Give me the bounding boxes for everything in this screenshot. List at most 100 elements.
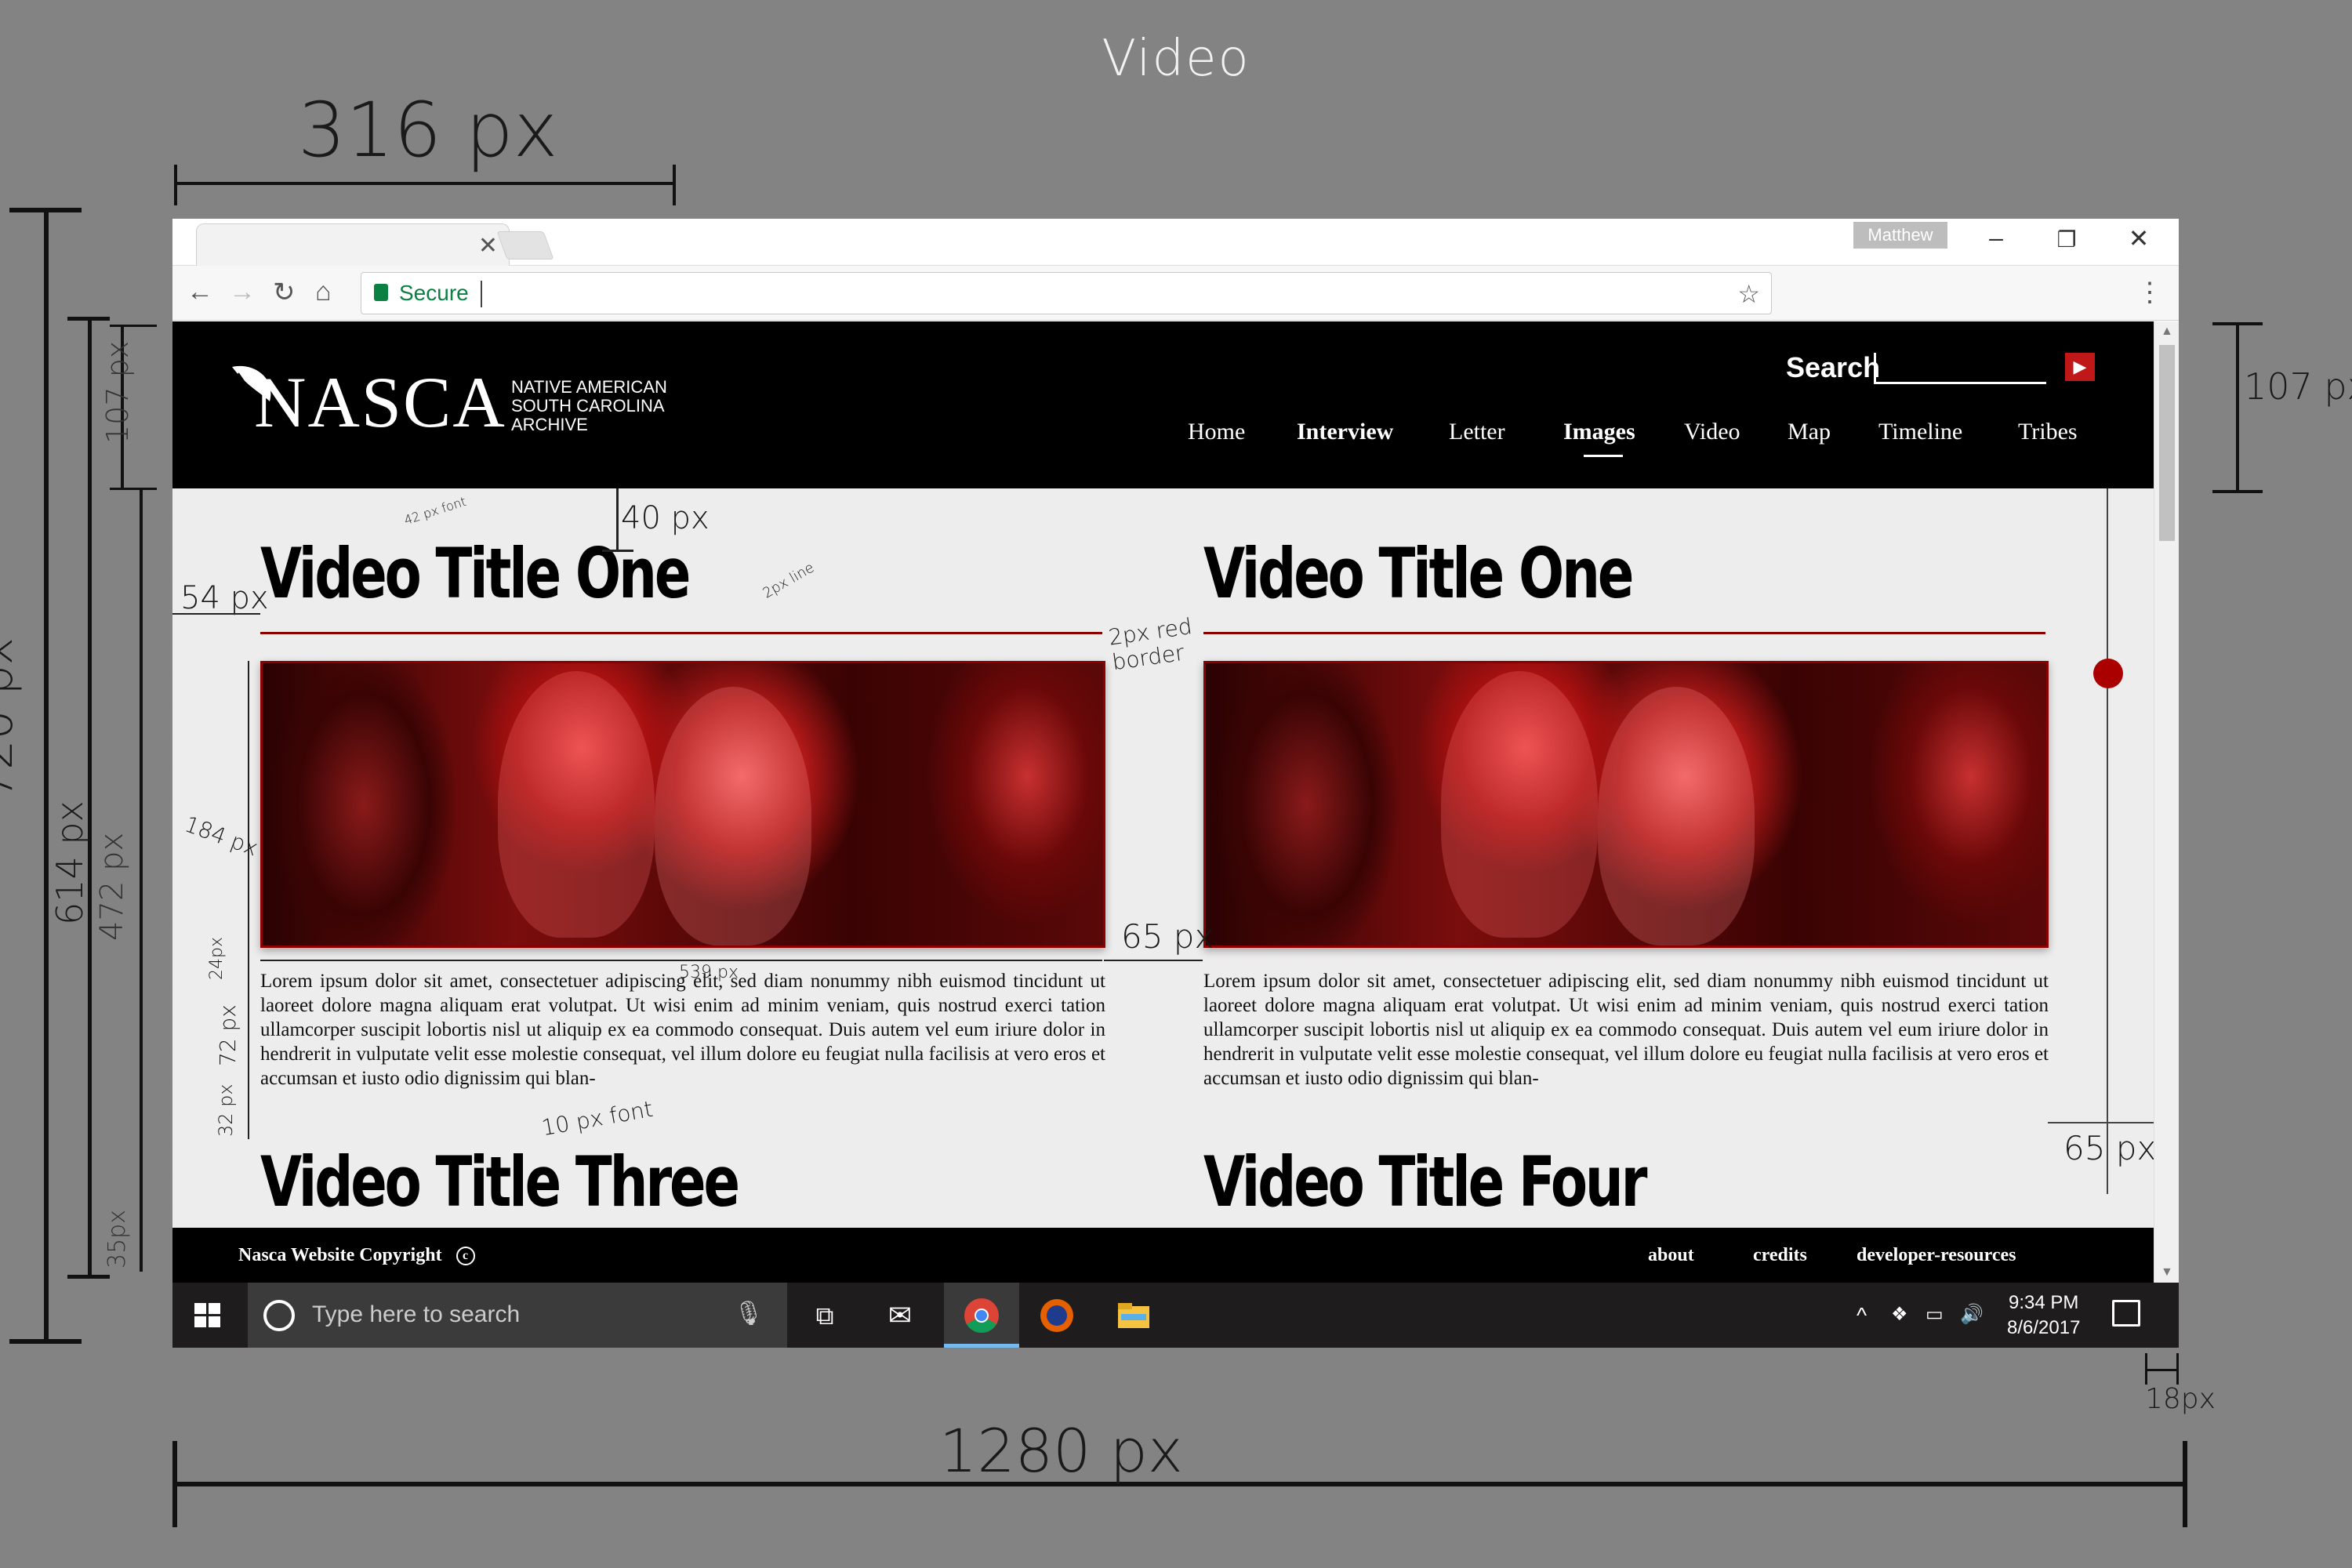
browser-tab[interactable]: ✕ <box>196 223 510 266</box>
nav-images[interactable]: Images <box>1563 419 1635 445</box>
nav-tribes[interactable]: Tribes <box>2018 419 2078 445</box>
annotation-720: 720 px <box>0 637 24 800</box>
browser-toolbar: ← → ↻ ⌂ Secure ☆ ⋮ <box>172 266 2179 321</box>
annotation-65-middle: 65 px <box>1121 917 1214 956</box>
logo-subtitle-line: NATIVE AMERICAN <box>511 377 667 397</box>
taskbar-search-placeholder: Type here to search <box>312 1301 521 1327</box>
annotation-18: 18px <box>2145 1383 2216 1415</box>
volume-icon[interactable]: 🔊 <box>1960 1303 1984 1326</box>
secure-label: Secure <box>399 281 469 305</box>
clock-time: 9:34 PM <box>2009 1292 2079 1313</box>
back-arrow-icon[interactable]: ← <box>187 277 213 307</box>
notification-center-icon[interactable] <box>2112 1300 2140 1327</box>
footer-link-about[interactable]: about <box>1648 1245 1694 1266</box>
nav-letter[interactable]: Letter <box>1449 419 1505 445</box>
nav-timeline[interactable]: Timeline <box>1878 419 1962 445</box>
thumbnail-figure <box>498 671 655 938</box>
taskbar-active-indicator <box>944 1344 1019 1348</box>
new-tab-button[interactable] <box>496 231 554 260</box>
annotation-65-right: 65 px <box>2063 1129 2154 1167</box>
nav-active-underline <box>1584 455 1623 457</box>
microphone-icon[interactable]: 🎙 <box>734 1300 764 1327</box>
logo-subtitle-line: SOUTH CAROLINA <box>511 396 665 416</box>
windows-taskbar: Type here to search 🎙 ⧉ ✉ ^ ❖ ▭ 🔊 9:34 P… <box>172 1283 2179 1348</box>
mail-icon[interactable]: ✉ <box>881 1297 919 1334</box>
annotation-35: 35px <box>103 1210 131 1269</box>
nav-map[interactable]: Map <box>1788 419 1831 445</box>
search-input[interactable] <box>1874 353 2046 384</box>
title-divider <box>1203 632 2045 634</box>
chrome-icon[interactable] <box>963 1297 1000 1334</box>
bookmark-star-icon[interactable]: ☆ <box>1737 279 1760 309</box>
address-caret <box>481 281 482 307</box>
annotation-316: 316 px <box>298 86 558 174</box>
video-title: Video Title One <box>260 533 691 614</box>
video-thumbnail[interactable] <box>1203 661 2049 948</box>
file-explorer-icon[interactable] <box>1115 1297 1152 1334</box>
video-title: Video Title Four <box>1203 1142 1648 1222</box>
minimize-icon[interactable]: – <box>1973 223 2020 252</box>
forward-arrow-icon[interactable]: → <box>229 277 256 307</box>
logo-subtitle-line: ARCHIVE <box>511 415 588 434</box>
clock-date: 8/6/2017 <box>2007 1317 2081 1338</box>
thumbnail-figure <box>1598 687 1755 946</box>
home-icon[interactable]: ⌂ <box>315 277 332 307</box>
taskbar-clock[interactable]: 9:34 PM 8/6/2017 <box>2007 1290 2080 1341</box>
browser-menu-icon[interactable]: ⋮ <box>2136 277 2163 308</box>
restore-icon[interactable]: ❐ <box>2043 227 2090 252</box>
network-icon[interactable]: ▭ <box>1926 1303 1944 1326</box>
footer-copyright: Nasca Website Copyright c <box>238 1245 475 1266</box>
annotation-107-right: 107 px <box>2244 365 2352 408</box>
close-tab-icon[interactable]: ✕ <box>478 232 498 260</box>
logo-subtitle: NATIVE AMERICAN SOUTH CAROLINA ARCHIVE <box>511 378 667 434</box>
dropbox-icon[interactable]: ❖ <box>1891 1303 1908 1326</box>
annotation-72: 72 px <box>215 1004 241 1066</box>
copyright-icon: c <box>456 1247 475 1266</box>
annotation-32: 32 px <box>215 1083 237 1137</box>
annotation-1280: 1280 px <box>939 1416 1183 1486</box>
profile-badge[interactable]: Matthew <box>1853 222 1947 249</box>
annotation-40: 40 px <box>621 500 710 536</box>
site-header: NASCA NATIVE AMERICAN SOUTH CAROLINA ARC… <box>172 321 2154 488</box>
annotation-614: 614 px <box>49 800 91 925</box>
address-bar[interactable]: Secure ☆ <box>361 272 1772 314</box>
annotation-24: 24px <box>207 937 227 980</box>
reload-icon[interactable]: ↻ <box>273 277 296 308</box>
thumbnail-figure <box>655 687 811 946</box>
scroll-up-icon[interactable]: ▲ <box>2161 325 2173 339</box>
annotation-472: 472 px <box>94 832 130 941</box>
tab-strip: ✕ Matthew – ❐ ✕ <box>172 219 2179 266</box>
scroll-thumb[interactable] <box>2159 345 2175 541</box>
footer-link-credits[interactable]: credits <box>1753 1245 1807 1266</box>
close-window-icon[interactable]: ✕ <box>2115 223 2162 253</box>
video-description: Lorem ipsum dolor sit amet, consectetuer… <box>1203 971 2049 1089</box>
browser-window: ✕ Matthew – ❐ ✕ ← → ↻ ⌂ Secure ☆ ⋮ NASCA… <box>172 219 2179 1348</box>
cortana-icon <box>263 1300 295 1331</box>
site-footer: Nasca Website Copyright c about credits … <box>172 1228 2154 1283</box>
annotation-107-left: 107 px <box>100 340 135 444</box>
search-label: Search <box>1786 351 1881 383</box>
web-page: NASCA NATIVE AMERICAN SOUTH CAROLINA ARC… <box>172 321 2154 1283</box>
scroll-down-icon[interactable]: ▼ <box>2161 1265 2173 1279</box>
windows-start-icon[interactable] <box>194 1303 221 1328</box>
video-thumbnail[interactable] <box>260 661 1105 948</box>
site-logo[interactable]: NASCA <box>254 361 506 444</box>
footer-copyright-text: Nasca Website Copyright <box>238 1245 442 1265</box>
task-view-icon[interactable]: ⧉ <box>806 1297 844 1334</box>
taskbar-search-box[interactable]: Type here to search 🎙 <box>248 1283 787 1348</box>
video-description: Lorem ipsum dolor sit amet, consectetuer… <box>260 971 1105 1089</box>
mockup-title: Video <box>1102 30 1250 88</box>
title-divider <box>260 632 1102 634</box>
nav-video[interactable]: Video <box>1684 419 1740 445</box>
search-submit-button[interactable]: ▶ <box>2065 353 2095 381</box>
footer-link-developer-resources[interactable]: developer-resources <box>1857 1245 2016 1266</box>
video-title: Video Title One <box>1203 533 1634 614</box>
firefox-icon[interactable] <box>1038 1297 1076 1334</box>
annotation-539: 539 px <box>679 963 739 982</box>
page-scrollbar[interactable]: ▲ ▼ <box>2154 321 2179 1283</box>
nav-home[interactable]: Home <box>1188 419 1245 445</box>
annotation-54: 54 px <box>180 580 269 616</box>
video-title: Video Title Three <box>260 1142 740 1222</box>
nav-interview[interactable]: Interview <box>1297 419 1393 445</box>
tray-chevron-icon[interactable]: ^ <box>1857 1303 1867 1328</box>
